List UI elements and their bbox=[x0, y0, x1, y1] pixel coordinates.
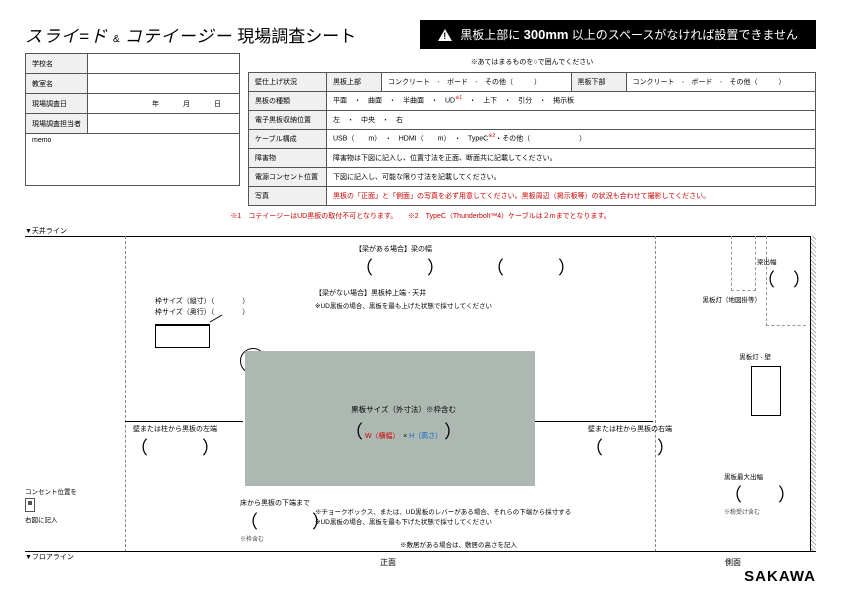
lbl-boardtype: 黒板の種類 bbox=[249, 91, 327, 110]
lbl-room: 教室名 bbox=[26, 74, 88, 94]
field-school[interactable] bbox=[88, 54, 240, 74]
field-room[interactable] bbox=[88, 74, 240, 94]
outlet-icon bbox=[25, 498, 35, 512]
memo-box[interactable]: memo bbox=[25, 134, 240, 186]
opts-boardtype[interactable]: 平面 ・ 曲面 ・ 半曲面 ・ UD※1 ・ 上下 ・ 引分 ・ 掲示板 bbox=[327, 91, 816, 110]
lbl-elec: 電子黒板収納位置 bbox=[249, 110, 327, 129]
side-label: 側面 bbox=[725, 557, 741, 568]
board-size-label: 黒板サイズ（外寸法）※枠含む （ W（横幅） × H（高さ） ） bbox=[345, 404, 462, 444]
field-date[interactable]: 年月日 bbox=[88, 94, 240, 114]
dim-right bbox=[535, 421, 653, 422]
info-table: 学校名 教室名 現場調査日 年月日 現場調査担当者 bbox=[25, 53, 240, 134]
opts-boardtop[interactable]: コンクリート・ボード・その他（ ） bbox=[382, 72, 572, 91]
brand-1: スライ=ド bbox=[25, 22, 108, 47]
right-wall-line bbox=[655, 236, 656, 552]
beam-proj: 梁出幅（ ） bbox=[757, 256, 811, 292]
side-beam-box bbox=[731, 236, 756, 291]
brand-2: コテイージー bbox=[125, 22, 233, 47]
lbl-boardtop: 黒板上部 bbox=[327, 72, 382, 91]
dim-left bbox=[125, 421, 243, 422]
bot-note: ※チョークボックス、または、UD黒板のレバーがある場合、それらの下端から採寸する… bbox=[315, 506, 571, 526]
right-post: 壁または柱から黒板の右端（ ） bbox=[585, 424, 675, 460]
lbl-obstacle: 障害物 bbox=[249, 148, 327, 167]
frame-box bbox=[155, 324, 210, 348]
front-label: 正面 bbox=[380, 557, 396, 568]
page-title: 現場調査シート bbox=[237, 22, 356, 47]
field-person[interactable] bbox=[88, 114, 240, 134]
warning-banner: 黒板上部に 300mm 以上のスペースがなければ設置できません bbox=[420, 20, 816, 49]
txt-photo: 黒板の「正面」と「側面」の写真を必ず用意してください。黒板周辺（掲示板等）の状況… bbox=[327, 186, 816, 205]
warn-prefix: 黒板上部に bbox=[460, 28, 520, 42]
txt-obstacle: 障害物は下図に記入し、位置寸法を正面、断面共に記載してください。 bbox=[327, 148, 816, 167]
floor-label: ▼フロアライン bbox=[25, 552, 74, 562]
warn-suffix: 以上のスペースがなければ設置できません bbox=[572, 28, 798, 42]
lbl-side-ceil: 黒板灯（地図掛等） bbox=[703, 294, 762, 304]
logo: SAKAWA bbox=[744, 568, 816, 585]
beam-no: 【梁がない場合】黒板枠上端 - 天井 bbox=[315, 288, 426, 298]
ceil-label: ▼天井ライン bbox=[25, 226, 67, 236]
warning-icon bbox=[438, 29, 452, 41]
kb-wall-box bbox=[751, 366, 781, 416]
lbl-person: 現場調査担当者 bbox=[26, 114, 88, 134]
lbl-outlet: 電源コンセント位置 bbox=[249, 167, 327, 186]
frame-labels: 枠サイズ（縦寸）（ ）枠サイズ（奥行）（ ） bbox=[155, 296, 249, 318]
txt-outlet: 下図に記入し、可能な限り寸法を記載してください。 bbox=[327, 167, 816, 186]
lbl-photo: 写真 bbox=[249, 186, 327, 205]
left-wall-line bbox=[125, 236, 126, 552]
lbl-boardbot: 黒板下部 bbox=[571, 72, 626, 91]
lbl-wall: 壁仕上げ状況 bbox=[249, 72, 327, 91]
opts-boardbot[interactable]: コンクリート・ボード・その他（ ） bbox=[626, 72, 816, 91]
survey-table: ※あてはまるものを○で囲んでください 壁仕上げ状況 黒板上部 コンクリート・ボー… bbox=[248, 53, 816, 206]
lbl-cable: ケーブル構成 bbox=[249, 129, 327, 148]
side-view: 黒板灯（地図掛等） 黒板灯 - 壁 黒板最大出幅 （ ）※粉受け含む 梁出幅（ … bbox=[686, 236, 816, 552]
footnotes: ※1 コテイージーはUD黒板の取付不可となります。 ※2 TypeC（Thund… bbox=[25, 208, 816, 224]
warn-bold: 300mm bbox=[524, 27, 569, 42]
floor-line bbox=[25, 551, 816, 552]
lbl-side-wall: 黒板灯 - 壁 bbox=[739, 351, 771, 361]
opts-cable[interactable]: USB（ m） ・ HDMI（ m） ・ TypeC※2・その他（ ） bbox=[327, 129, 816, 148]
dumari-note: ※敷居がある場合は、敷居の高さを記入 bbox=[400, 539, 517, 549]
lbl-school: 学校名 bbox=[26, 54, 88, 74]
brand-amp: & bbox=[113, 34, 120, 45]
left-post: 壁または柱から黒板の左端（ ） bbox=[130, 424, 220, 460]
ud-note: ※UD黒板の場合、黒板を最も上げた状態で採寸してください bbox=[315, 300, 492, 310]
diagram: ▼天井ライン 【梁がある場合】梁の幅 （ ）（ ） 【梁がない場合】黒板枠上端 … bbox=[25, 226, 816, 576]
circle-note: ※あてはまるものを○で囲んでください bbox=[249, 53, 816, 72]
kb-max: 黒板最大出幅 （ ）※粉受け含む bbox=[724, 471, 796, 516]
lbl-date: 現場調査日 bbox=[26, 94, 88, 114]
opts-elec[interactable]: 左 ・ 中央 ・ 右 bbox=[327, 110, 816, 129]
beam-yes: 【梁がある場合】梁の幅 （ ）（ ） bbox=[355, 244, 576, 280]
outlet-note: コンセント位置を 右図に記入 bbox=[25, 486, 77, 524]
